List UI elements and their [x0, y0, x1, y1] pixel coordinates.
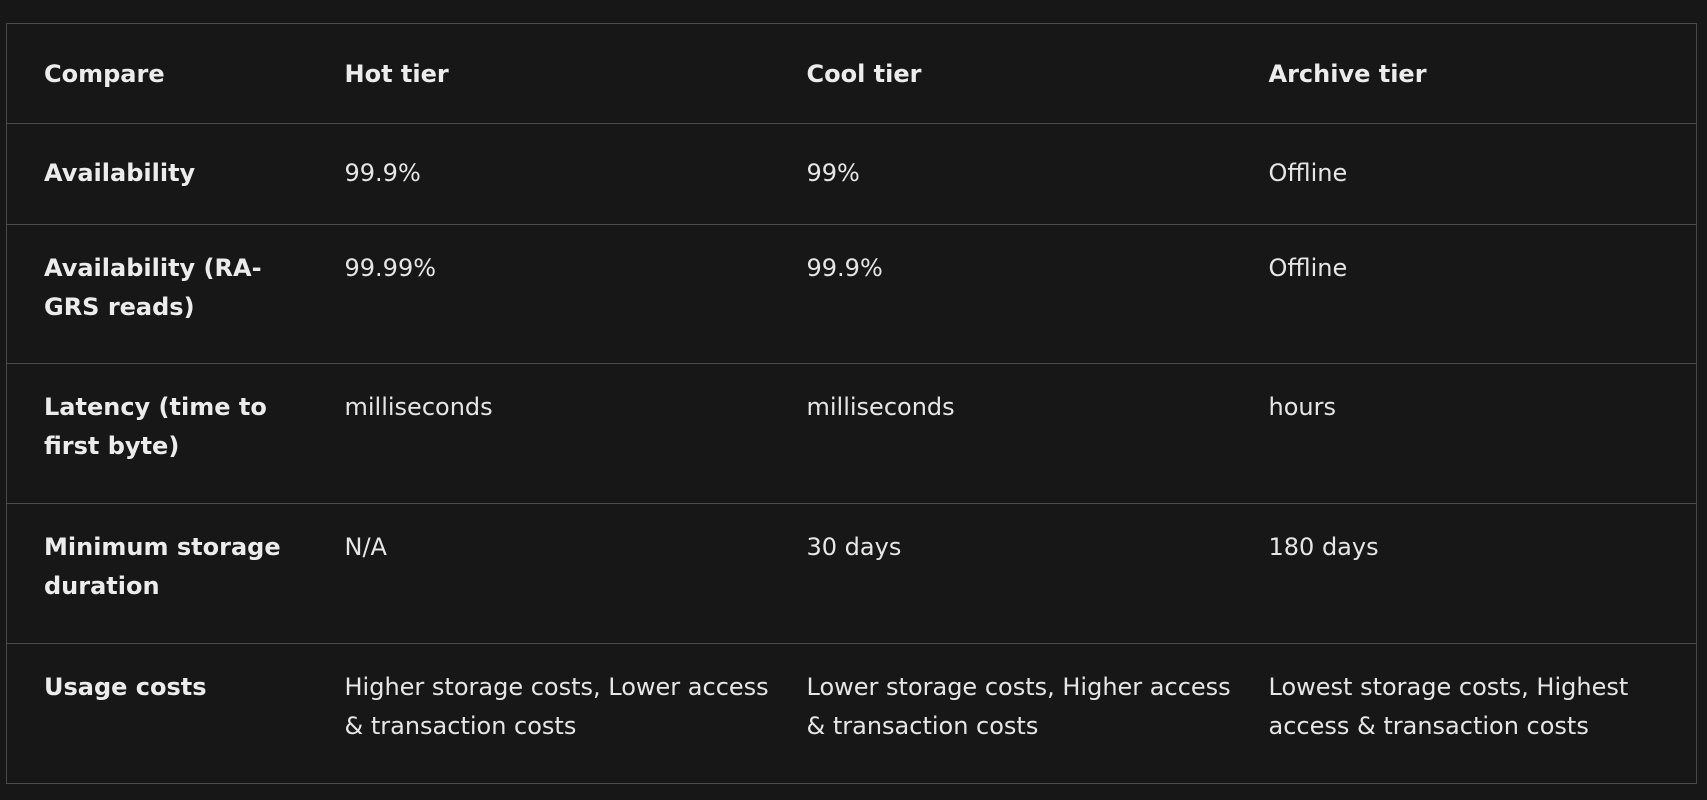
cell-archive-minimum-storage-duration: 180 days — [1231, 503, 1697, 644]
cell-hot-availability: 99.9% — [307, 123, 770, 225]
table-row-availability-ra-grs: Availability (RA-GRS reads) 99.99% 99.9%… — [6, 224, 1697, 364]
column-header-archive-tier: Archive tier — [1231, 23, 1697, 124]
cell-hot-latency: milliseconds — [307, 363, 770, 504]
column-header-compare: Compare — [6, 23, 308, 124]
cell-hot-usage-costs: Higher storage costs, Lower access & tra… — [307, 643, 770, 784]
cell-cool-availability-ra-grs: 99.9% — [769, 224, 1232, 364]
table-row-minimum-storage-duration: Minimum storage duration N/A 30 days 180… — [6, 503, 1697, 644]
cell-cool-latency: milliseconds — [769, 363, 1232, 504]
table-row-usage-costs: Usage costs Higher storage costs, Lower … — [6, 643, 1697, 784]
cell-archive-availability: Offline — [1231, 123, 1697, 225]
column-header-hot-tier: Hot tier — [307, 23, 770, 124]
cell-cool-usage-costs: Lower storage costs, Higher access & tra… — [769, 643, 1232, 784]
cell-cool-minimum-storage-duration: 30 days — [769, 503, 1232, 644]
cell-archive-usage-costs: Lowest storage costs, Highest access & t… — [1231, 643, 1697, 784]
table-row-availability: Availability 99.9% 99% Offline — [6, 123, 1697, 225]
cell-archive-latency: hours — [1231, 363, 1697, 504]
row-header-usage-costs: Usage costs — [6, 643, 308, 784]
column-header-cool-tier: Cool tier — [769, 23, 1232, 124]
page: Compare Hot tier Cool tier Archive tier … — [0, 0, 1707, 800]
cell-archive-availability-ra-grs: Offline — [1231, 224, 1697, 364]
cell-hot-minimum-storage-duration: N/A — [307, 503, 770, 644]
table-header-row: Compare Hot tier Cool tier Archive tier — [6, 23, 1697, 124]
row-header-availability: Availability — [6, 123, 308, 225]
cell-cool-availability: 99% — [769, 123, 1232, 225]
row-header-latency: Latency (time to first byte) — [6, 363, 308, 504]
cell-hot-availability-ra-grs: 99.99% — [307, 224, 770, 364]
tier-comparison-table: Compare Hot tier Cool tier Archive tier … — [6, 23, 1697, 784]
row-header-minimum-storage-duration: Minimum storage duration — [6, 503, 308, 644]
row-header-availability-ra-grs: Availability (RA-GRS reads) — [6, 224, 308, 364]
table-row-latency: Latency (time to first byte) millisecond… — [6, 363, 1697, 504]
